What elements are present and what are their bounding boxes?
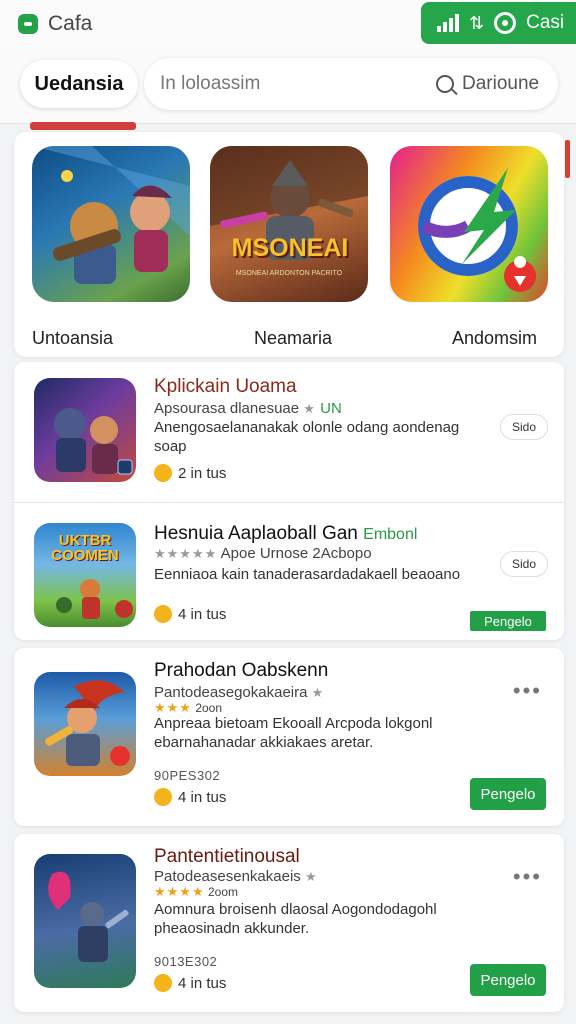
get-button[interactable]: Pengelo bbox=[470, 611, 546, 631]
app-title[interactable]: Kplickain Uoama bbox=[154, 376, 297, 398]
status-bar: Cafa ⇅ Casi bbox=[0, 0, 576, 48]
app-tag: Embonl bbox=[363, 526, 418, 543]
rating-stars: ★★★★ bbox=[154, 884, 205, 899]
app-title[interactable]: Pantentietinousal bbox=[154, 846, 300, 868]
game-icon-knight[interactable] bbox=[34, 854, 136, 988]
list-item[interactable]: UKTBR COOMEN Hesnuia Aaplaoball Gan Embo… bbox=[14, 503, 564, 640]
more-options-icon[interactable]: ••• bbox=[513, 678, 542, 704]
app-description: Anpreaa bietoam Ekooall Arcpoda lokgonl … bbox=[154, 715, 433, 751]
game-icon-warrior[interactable]: MSONEAI MSONEAI ARDONTON PACRITO bbox=[210, 146, 368, 302]
app-logo-icon bbox=[18, 14, 38, 34]
rating-stars: ★★★★★ bbox=[154, 546, 218, 561]
size-chip[interactable]: Sido bbox=[500, 551, 548, 577]
search-input[interactable] bbox=[160, 68, 400, 100]
get-button[interactable]: Pengelo bbox=[470, 964, 546, 996]
app-title[interactable]: Prahodan Oabskenn bbox=[154, 660, 328, 682]
size-chip[interactable]: Sido bbox=[500, 414, 548, 440]
coin-icon bbox=[154, 605, 172, 623]
wifi-icon bbox=[494, 12, 517, 34]
featured-item[interactable]: MSONEAI MSONEAI ARDONTON PACRITO Neamari… bbox=[210, 146, 370, 348]
app-title: Cafa bbox=[48, 12, 93, 35]
more-options-icon[interactable]: ••• bbox=[513, 864, 542, 890]
app-subtitle: Patodeasesenkakaeis ★ bbox=[154, 868, 318, 885]
app-meta: 4 in tus bbox=[154, 605, 226, 623]
search-row: Uedansia Darioune bbox=[0, 48, 576, 124]
app-subtitle: ★★★★★ Apoe Urnose 2Acbopo bbox=[154, 545, 372, 562]
star-icon: ★ bbox=[303, 401, 316, 416]
app-description: Anengosaelananakak olonle odang aondenag… bbox=[154, 419, 460, 455]
app-meta: 4 in tus bbox=[154, 788, 226, 806]
app-header: Cafa bbox=[18, 12, 92, 36]
app-description: Aomnura broisenh dlaosal Aogondodagohl p… bbox=[154, 901, 437, 937]
app-rating: ★★★★ 2oom bbox=[154, 884, 238, 899]
game-art-title: MSONEAI bbox=[231, 234, 349, 262]
featured-item-label: Neamaria bbox=[254, 328, 333, 348]
signal-icon bbox=[437, 14, 459, 32]
app-subtitle: Apsourasa dlanesuae ★ UN bbox=[154, 400, 342, 417]
app-subtitle: Pantodeasegokakaeira ★ bbox=[154, 684, 325, 701]
featured-item[interactable]: Untoansia bbox=[32, 146, 192, 348]
search-scope-button[interactable]: Darioune bbox=[462, 73, 539, 95]
get-button[interactable]: Pengelo bbox=[470, 778, 546, 810]
app-list-card: Prahodan Oabskenn Pantodeasegokakaeira ★… bbox=[14, 648, 564, 826]
list-item[interactable]: Prahodan Oabskenn Pantodeasegokakaeira ★… bbox=[14, 648, 564, 826]
tab-active-indicator bbox=[30, 122, 136, 130]
coin-icon bbox=[154, 464, 172, 482]
app-list-card: Pantentietinousal Patodeasesenkakaeis ★ … bbox=[14, 834, 564, 1012]
star-icon: ★ bbox=[304, 869, 318, 884]
app-description: Eenniaoa kain tanaderasardadakaell beaoa… bbox=[154, 566, 461, 583]
coin-icon bbox=[154, 974, 172, 992]
game-icon-heroes[interactable] bbox=[32, 146, 190, 302]
featured-item-label: Andomsim bbox=[452, 328, 538, 348]
game-icon-hero[interactable] bbox=[34, 672, 136, 776]
app-code: 9013E302 bbox=[154, 954, 218, 969]
featured-item[interactable]: Andomsim bbox=[390, 146, 550, 348]
game-icon-battle[interactable] bbox=[34, 378, 136, 482]
featured-carousel: Untoansia MSONEAI MSONEAI ARDONTON PACRI… bbox=[14, 132, 564, 357]
featured-item-label: Untoansia bbox=[32, 328, 114, 348]
tab-category[interactable]: Uedansia bbox=[20, 60, 138, 108]
app-code: 90PES302 bbox=[154, 768, 221, 783]
search-icon[interactable] bbox=[436, 75, 454, 93]
game-art-subtitle: MSONEAI ARDONTON PACRITO bbox=[235, 270, 343, 277]
rating-stars: ★★★ bbox=[154, 700, 192, 715]
list-item[interactable]: Pantentietinousal Patodeasesenkakaeis ★ … bbox=[14, 834, 564, 1012]
scrollbar[interactable] bbox=[565, 140, 570, 178]
app-list-card: Kplickain Uoama Apsourasa dlanesuae ★ UN… bbox=[14, 362, 564, 640]
list-item[interactable]: Kplickain Uoama Apsourasa dlanesuae ★ UN… bbox=[14, 362, 564, 502]
game-art-title: UKTBR COOMEN bbox=[51, 532, 119, 564]
status-label: Casi bbox=[526, 12, 565, 33]
coin-icon bbox=[154, 788, 172, 806]
status-indicators: ⇅ Casi bbox=[421, 2, 576, 44]
game-icon-strikers[interactable]: UKTBR COOMEN bbox=[34, 523, 136, 627]
network-icon: ⇅ bbox=[469, 12, 485, 33]
app-meta: 2 in tus bbox=[154, 464, 226, 482]
search-box[interactable]: Darioune bbox=[144, 58, 558, 110]
app-icon-lightning-circle[interactable] bbox=[390, 146, 548, 302]
app-meta: 4 in tus bbox=[154, 974, 226, 992]
app-title[interactable]: Hesnuia Aaplaoball Gan Embonl bbox=[154, 523, 417, 545]
app-tag: UN bbox=[320, 400, 342, 417]
star-icon: ★ bbox=[311, 685, 325, 700]
